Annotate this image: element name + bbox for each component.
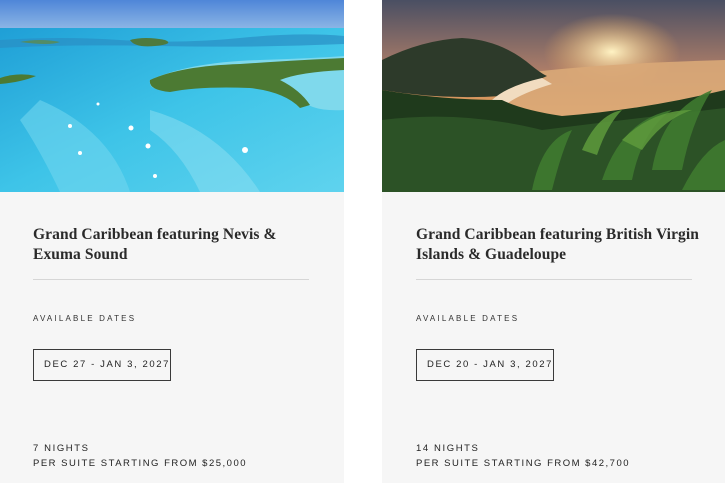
voyage-card-nevis-exuma[interactable]: Grand Caribbean featuring Nevis & Exuma … — [0, 0, 344, 483]
date-option-button[interactable]: DEC 20 - JAN 3, 2027 — [416, 349, 554, 381]
price-per-suite: PER SUITE STARTING FROM $42,700 — [416, 458, 631, 469]
available-dates-label: AVAILABLE DATES — [33, 314, 137, 323]
nights-count: 7 NIGHTS — [33, 443, 90, 454]
voyage-title[interactable]: Grand Caribbean featuring British Virgin… — [416, 225, 701, 265]
date-option-button[interactable]: DEC 27 - JAN 3, 2027 — [33, 349, 171, 381]
price-per-suite: PER SUITE STARTING FROM $25,000 — [33, 458, 248, 469]
available-dates-label: AVAILABLE DATES — [416, 314, 520, 323]
divider — [33, 279, 309, 280]
voyage-photo-sunset[interactable] — [382, 0, 725, 192]
sunset-bay-image — [382, 0, 725, 192]
lagoon-image — [0, 0, 344, 192]
divider — [416, 279, 692, 280]
voyage-card-bvi-guadeloupe[interactable]: Grand Caribbean featuring British Virgin… — [382, 0, 725, 483]
nights-count: 14 NIGHTS — [416, 443, 480, 454]
voyage-photo-lagoon[interactable] — [0, 0, 344, 192]
voyage-title[interactable]: Grand Caribbean featuring Nevis & Exuma … — [33, 225, 318, 265]
